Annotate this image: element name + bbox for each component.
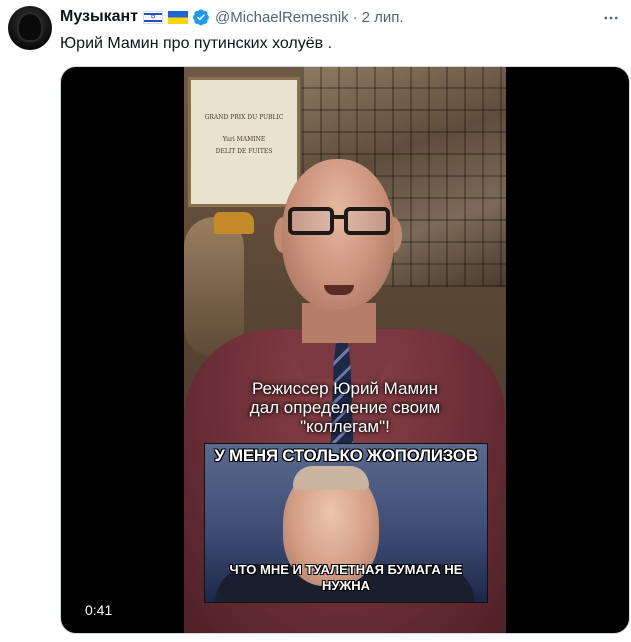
diploma-line: DELIT DE FUITES — [215, 148, 273, 155]
video-caption: Режиссер Юрий Мамин дал определение свои… — [249, 379, 441, 436]
ukraine-flag-icon — [168, 10, 189, 24]
toy-car — [214, 212, 254, 234]
tweet-text: Юрий Мамин про путинских холуёв . — [60, 35, 333, 52]
tweet-header: Музыкант ✡ @MichaelRemesnik · 2 лип. — [60, 6, 591, 28]
video-player[interactable]: GRAND PRIX DU PUBLIC Yuri MAMINE DELIT D… — [60, 66, 630, 634]
diploma-line: Yuri MAMINE — [222, 136, 266, 143]
meme-top-text: У МЕНЯ СТОЛЬКО ЖОПОЛИЗОВ — [214, 446, 478, 465]
diploma-frame: GRAND PRIX DU PUBLIC Yuri MAMINE DELIT D… — [188, 77, 300, 207]
display-name[interactable]: Музыкант — [60, 8, 138, 26]
video-frame: GRAND PRIX DU PUBLIC Yuri MAMINE DELIT D… — [184, 67, 506, 633]
avatar[interactable] — [8, 6, 52, 50]
video-duration: 0:41 — [79, 599, 119, 621]
verified-badge-icon — [192, 8, 210, 26]
meme-bottom-text: ЧТО МНЕ И ТУАЛЕТНАЯ БУМАГА НЕ НУЖНА — [229, 562, 463, 593]
israel-flag-icon: ✡ — [143, 10, 164, 24]
separator-dot: · — [352, 8, 358, 26]
speaker-glasses — [288, 207, 392, 237]
more-options-icon[interactable] — [599, 6, 623, 30]
lamp-glow — [184, 217, 244, 357]
diploma-line: GRAND PRIX DU PUBLIC — [204, 114, 284, 121]
meme-image: У МЕНЯ СТОЛЬКО ЖОПОЛИЗОВ ЧТО МНЕ И ТУАЛЕ… — [204, 443, 488, 603]
user-handle[interactable]: @MichaelRemesnik — [215, 9, 349, 26]
speaker-neck — [302, 303, 376, 343]
tweet-timestamp[interactable]: 2 лип. — [362, 9, 404, 26]
